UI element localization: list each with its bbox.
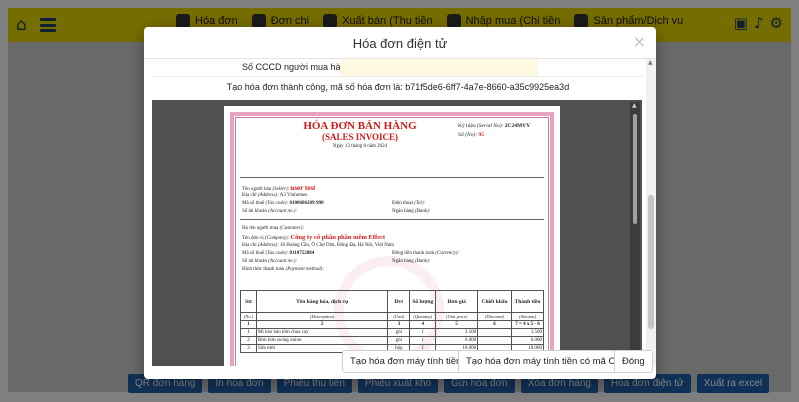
table-header: Tên hàng hóa, dịch vụ <box>255 290 389 313</box>
e-invoice-modal: Hóa đơn điện tử × Số CCCD người mua hàng… <box>144 27 656 379</box>
invoice-title: HÓA ĐƠN BÁN HÀNG <box>303 120 417 132</box>
invoice-items-table: Stt Tên hàng hóa, dịch vụ Đvt Số lượng Đ… <box>240 290 544 353</box>
table-header: Đvt <box>387 290 411 313</box>
modal-footer: Tạo hóa đơn máy tính tiền Tạo hóa đơn má… <box>144 345 656 379</box>
seller-tax-line: Mã số thuế (Tax code): 0100686209-998 <box>242 201 324 206</box>
cccd-input[interactable] <box>340 59 538 76</box>
modal-scroll-thumb[interactable] <box>648 195 654 329</box>
table-header: Chiết khấu <box>477 290 513 313</box>
close-icon[interactable]: × <box>633 32 646 51</box>
divider <box>240 177 544 178</box>
buyer-payment-line: Hình thức thanh toán (Payment method): <box>242 267 325 272</box>
invoice-serial: Ký hiệu (Serial No): 2C24MVY <box>458 123 531 129</box>
table-subheader-row: (No.) (Description) (Unit) (Quantity) (U… <box>240 312 544 321</box>
buyer-tax-line: Mã số thuế (Tax code): 0110752884 <box>242 251 315 256</box>
seller-account-line: Số tài khoản (Account no.): <box>242 209 298 214</box>
seller-bank-line: Ngân hàng (Bank): <box>392 209 431 214</box>
close-button[interactable]: Đóng <box>614 350 653 373</box>
buyer-address-line: Địa chỉ (Address): 36 Hoàng Cầu, Ô Chợ D… <box>242 243 394 248</box>
seller-address-line: Địa chỉ (Address): A3 Vinhomes <box>242 193 308 198</box>
invoice-number: Số (No): 95 <box>458 132 484 138</box>
table-header: Số lượng <box>409 290 437 313</box>
viewer-scrollbar[interactable]: ▲ ▼ <box>630 102 640 364</box>
invoice-page: HÓA ĐƠN BÁN HÀNG (SALES INVOICE) Ngày 13… <box>224 106 560 366</box>
scroll-up-icon[interactable]: ▲ <box>632 102 637 109</box>
table-header: Thành tiền <box>511 290 544 313</box>
create-invoice-button[interactable]: Tạo hóa đơn máy tính tiền <box>342 350 470 373</box>
modal-title: Hóa đơn điện tử <box>352 36 448 51</box>
buyer-bank-line: Ngân hàng (Bank): <box>392 259 431 264</box>
divider <box>240 219 544 220</box>
table-header-row: Stt Tên hàng hóa, dịch vụ Đvt Số lượng Đ… <box>240 290 544 313</box>
buyer-customer-line: Họ tên người mua (Customer): <box>242 226 305 231</box>
modal-scrollbar[interactable]: ▲ ▼ <box>646 59 656 367</box>
invoice-subtitle: (SALES INVOICE) <box>321 132 399 142</box>
table-row: 1 Mì hảo hảo tôm chua cay gói 1 3.500 3.… <box>240 328 544 337</box>
modal-body: Số CCCD người mua hàng Tạo hóa đơn thành… <box>152 59 656 367</box>
invoice-viewer[interactable]: HÓA ĐƠN BÁN HÀNG (SALES INVOICE) Ngày 13… <box>152 100 642 366</box>
seller-phone-line: Điện thoại (Tel): <box>392 201 426 206</box>
seller-name-line: Tên người bán (Seller): user test <box>242 184 316 192</box>
create-invoice-cqt-button[interactable]: Tạo hóa đơn máy tính tiền có mã CQT <box>458 350 637 373</box>
buyer-company-line: Tên đơn vị (Company): Công ty cổ phần ph… <box>242 234 386 241</box>
scroll-up-icon[interactable]: ▲ <box>648 59 653 66</box>
modal-header: Hóa đơn điện tử × <box>144 27 656 59</box>
buyer-currency-line: Đồng tiền thanh toán (Currency): <box>392 251 460 256</box>
success-message: Tạo hóa đơn thành công, mã số hóa đơn là… <box>226 82 570 92</box>
cccd-label: Số CCCD người mua hàng <box>242 62 351 72</box>
table-header: Stt <box>240 290 257 313</box>
modal-scroll-content: Số CCCD người mua hàng Tạo hóa đơn thành… <box>152 59 644 367</box>
viewer-scroll-thumb[interactable] <box>633 114 637 224</box>
table-header: Đơn giá <box>435 290 479 313</box>
cccd-row: Số CCCD người mua hàng <box>152 59 644 77</box>
table-index-row: 1 2 3 4 5 6 7 = 4 x 5 - 6 <box>240 320 544 329</box>
table-row: 2 Bim bim swing onion gói 1 6.000 6.000 <box>240 336 544 345</box>
invoice-date: Ngày 13 tháng 8 năm 2024 <box>332 144 388 149</box>
buyer-account-line: Số tài khoản (Account no.): <box>242 259 298 264</box>
